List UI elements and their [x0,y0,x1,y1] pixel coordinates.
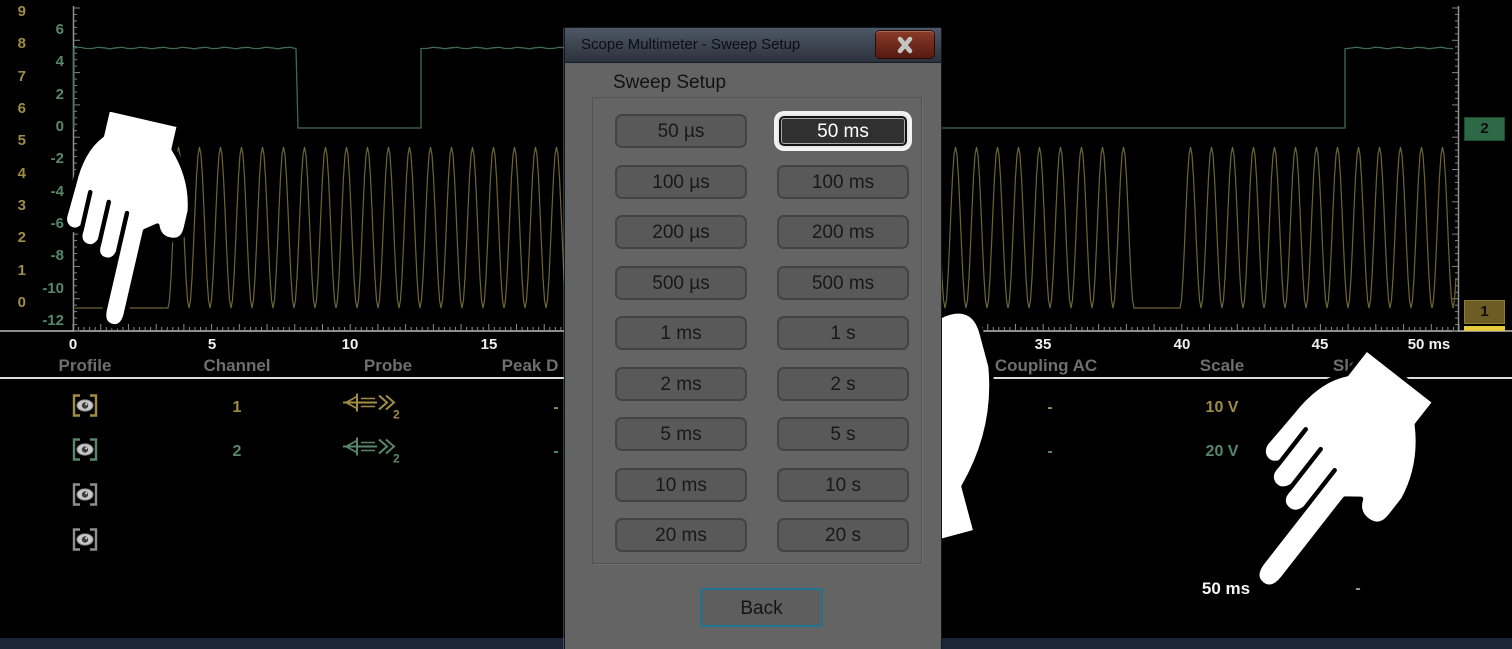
groupbox-label: Sweep Setup [605,72,734,94]
back-button[interactable]: Back [700,588,823,627]
profile-eye-toggle[interactable] [72,483,98,512]
sweep-setup-dialog: Scope Multimeter - Sweep Setup Sweep Set… [565,28,941,649]
sweep-option-20-ms[interactable]: 20 ms [615,518,747,552]
svg-text:2: 2 [393,408,400,420]
sweep-option-2-ms[interactable]: 2 ms [615,367,747,401]
x-axis-label: 15 [454,336,524,353]
scope-multimeter-app: 98765432106420-2-4-6-8-10-12051015202530… [0,0,1512,649]
sweep-option-200-µs[interactable]: 200 µs [615,215,747,249]
scale-cell[interactable]: 20 V [1206,443,1239,461]
column-header-probe: Probe [364,356,412,376]
y-axis-label-ch1: 5 [2,132,26,150]
sweep-option-5-ms[interactable]: 5 ms [615,417,747,451]
svg-text:2: 2 [393,452,400,464]
slope-cell[interactable]: - [1355,399,1360,417]
sweep-option-20-s[interactable]: 20 s [777,518,909,552]
column-header-profile: Profile [59,356,112,376]
y-axis-label-ch2: -12 [28,312,64,330]
profile-eye-toggle[interactable] [72,438,98,467]
x-axis-end-label: 50 ms [1394,336,1464,353]
column-header-coupling-ac: Coupling AC [995,356,1097,376]
sweep-option-50-µs[interactable]: 50 µs [615,114,747,148]
y-axis-label-ch1: 2 [2,229,26,247]
x-axis-label: 10 [315,336,385,353]
channel-2-marker[interactable]: 2 [1464,117,1505,141]
y-axis-label-ch2: -10 [28,280,64,298]
y-axis-label-ch2: -2 [28,150,64,168]
sweep-option-1-ms[interactable]: 1 ms [615,316,747,350]
sweep-option-50-ms[interactable]: 50 ms [777,114,909,148]
channel-number-cell[interactable]: 2 [233,443,242,461]
sweep-option-10-ms[interactable]: 10 ms [615,468,747,502]
eye-icon [72,438,98,462]
eye-icon [72,483,98,507]
column-header-peak-d: Peak D [502,356,559,376]
x-axis-label: 40 [1147,336,1217,353]
pointer-cursor-waveform [43,105,208,337]
sweep-option-100-ms[interactable]: 100 ms [777,165,909,199]
y-axis-label-ch2: 4 [28,53,64,71]
coupling-cell[interactable]: - [1047,399,1052,417]
footer-slope-value: - [1355,580,1360,598]
y-axis-label-ch1: 7 [2,68,26,86]
dialog-titlebar: Scope Multimeter - Sweep Setup [565,28,941,63]
close-icon [895,36,915,54]
profile-eye-toggle[interactable] [72,394,98,423]
sweep-value[interactable]: 50 ms [1202,579,1250,599]
dialog-close-button[interactable] [876,31,934,58]
y-axis-label-ch2: 6 [28,21,64,39]
sweep-option-2-s[interactable]: 2 s [777,367,909,401]
x-axis-label: 35 [1008,336,1078,353]
x-axis-label: 5 [177,336,247,353]
sweep-option-5-s[interactable]: 5 s [777,417,909,451]
y-axis-label-ch1: 6 [2,100,26,118]
peak-detect-cell[interactable]: - [553,443,558,461]
trigger-level-indicator [1464,326,1505,331]
column-header-channel: Channel [203,356,270,376]
channel-number-cell[interactable]: 1 [233,399,242,417]
profile-eye-toggle[interactable] [72,528,98,557]
sweep-option-500-ms[interactable]: 500 ms [777,266,909,300]
column-header-slope: Slope [1333,356,1379,376]
coupling-cell[interactable]: - [1047,443,1052,461]
slope-cell[interactable]: - [1355,443,1360,461]
probe-icon: 2 [341,392,403,420]
sweep-option-1-s[interactable]: 1 s [777,316,909,350]
y-axis-label-ch2: -6 [28,215,64,233]
probe-cell[interactable]: 2 [341,436,403,469]
y-axis-label-ch1: 9 [2,3,26,21]
y-axis-label-ch1: 0 [2,294,26,312]
eye-icon [72,528,98,552]
sweep-option-500-µs[interactable]: 500 µs [615,266,747,300]
sweep-option-10-s[interactable]: 10 s [777,468,909,502]
probe-icon: 2 [341,436,403,464]
sweep-option-200-ms[interactable]: 200 ms [777,215,909,249]
channel-1-marker[interactable]: 1 [1464,300,1505,324]
y-axis-label-ch2: 2 [28,86,64,104]
y-axis-label-ch1: 3 [2,197,26,215]
x-axis-label: 0 [38,336,108,353]
eye-icon [72,394,98,418]
scale-cell[interactable]: 10 V [1206,399,1239,417]
x-axis-label: 45 [1285,336,1355,353]
y-axis-label-ch1: 8 [2,35,26,53]
column-header-scale: Scale [1200,356,1244,376]
y-axis-label-ch1: 1 [2,262,26,280]
probe-cell[interactable]: 2 [341,392,403,425]
y-axis-label-ch2: 0 [28,118,64,136]
sweep-option-100-µs[interactable]: 100 µs [615,165,747,199]
y-axis-label-ch2: -4 [28,183,64,201]
peak-detect-cell[interactable]: - [553,399,558,417]
y-axis-label-ch1: 4 [2,165,26,183]
y-axis-label-ch2: -8 [28,247,64,265]
